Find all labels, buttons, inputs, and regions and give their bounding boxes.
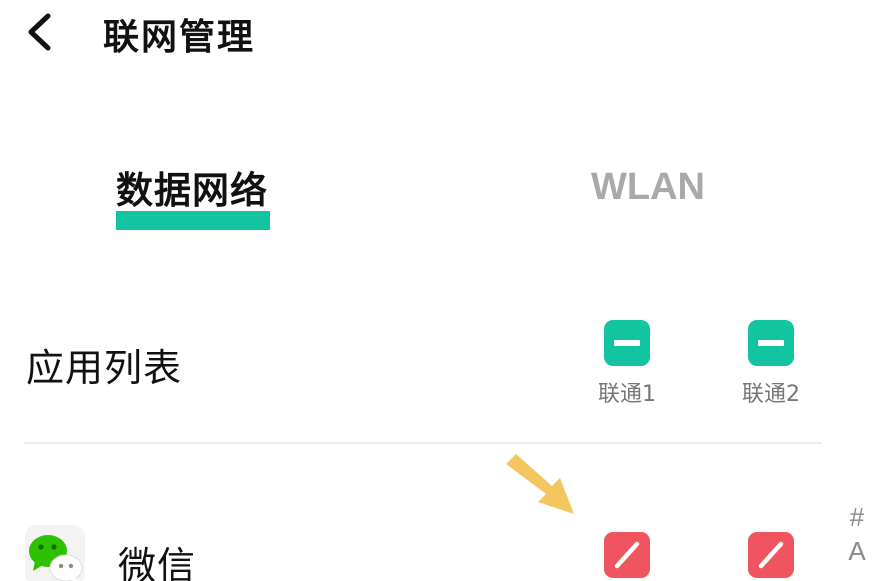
back-button[interactable] (20, 10, 60, 54)
chevron-left-icon (28, 13, 51, 51)
tab-data-network[interactable]: 数据网络 (116, 160, 268, 214)
slash-icon (604, 532, 650, 578)
alphabet-index-bar: # A (842, 500, 872, 581)
tab-wlan-label: WLAN (591, 166, 705, 208)
app-list-title: 应用列表 (26, 346, 183, 390)
page-title: 联网管理 (103, 17, 256, 58)
index-item-hash[interactable]: # (842, 500, 872, 534)
tab-wlan[interactable]: WLAN (591, 166, 705, 209)
arrow-down-right-icon (502, 450, 582, 520)
app-name: 微信 (118, 544, 197, 581)
list-item[interactable]: 微信 (0, 515, 872, 581)
app-sim1-toggle[interactable] (604, 532, 650, 578)
minus-icon (748, 320, 794, 366)
divider (24, 442, 822, 444)
tab-active-indicator (116, 211, 270, 230)
slash-icon (748, 532, 794, 578)
sim1-column: 联通1 (577, 320, 677, 420)
sim2-column: 联通2 (721, 320, 821, 420)
index-item-a[interactable]: A (842, 534, 872, 568)
header: 联网管理 (0, 0, 872, 62)
sim2-master-toggle[interactable] (748, 320, 794, 366)
sim1-label: 联通1 (598, 382, 656, 407)
tab-data-network-label: 数据网络 (116, 169, 268, 212)
sim1-master-toggle[interactable] (604, 320, 650, 366)
app-list-header: 应用列表 联通1 联通2 (0, 310, 872, 420)
app-sim2-toggle[interactable] (748, 532, 794, 578)
minus-icon (604, 320, 650, 366)
wechat-icon (25, 525, 85, 581)
sim2-label: 联通2 (742, 382, 800, 407)
tab-bar: 数据网络 WLAN (0, 160, 872, 240)
